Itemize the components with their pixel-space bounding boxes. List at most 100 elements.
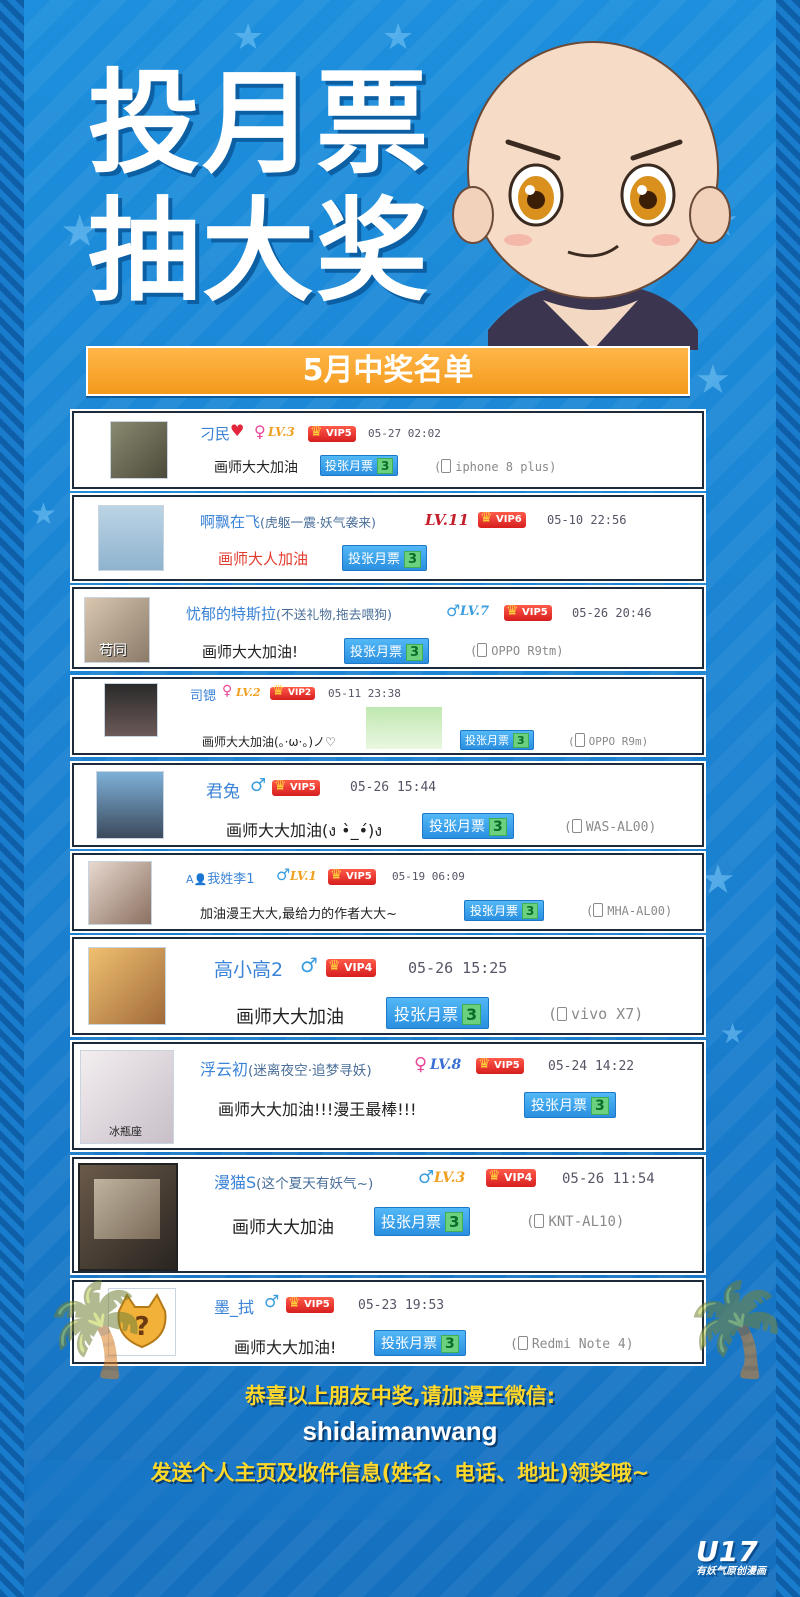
username-text[interactable]: 我姓李1	[207, 872, 254, 887]
device-info: (MHA-AL00)	[586, 903, 673, 918]
winner-card: A👤我姓李1 ♂ LV.1 VIP5 05-19 06:09 加油漫王大大,最给…	[72, 853, 704, 931]
monthly-ticket-badge: 投张月票 3	[320, 455, 399, 476]
footer: 恭喜以上朋友中奖,请加漫王微信: shidaimanwang 发送个人主页及收件…	[0, 1380, 800, 1487]
star-icon: ★	[720, 1017, 746, 1050]
avatar[interactable]	[96, 771, 164, 839]
avatar[interactable]: 冰瓶座	[80, 1050, 174, 1144]
vip-badge: VIP5	[476, 1056, 524, 1074]
ticket-label: 投张月票	[394, 1005, 459, 1024]
message: 画师大大加油!!!漫王最棒!!!	[218, 1100, 417, 1119]
monthly-ticket-badge: 投张月票 3	[342, 545, 428, 571]
sticker-image	[366, 707, 442, 749]
monthly-ticket-badge: 投张月票 3	[386, 997, 490, 1029]
gender-female-icon: ♀	[254, 422, 266, 441]
avatar-caption: 冰瓶座	[109, 1125, 142, 1138]
username[interactable]: 啊飘在飞(虎躯一震·妖气袭来)	[200, 511, 376, 532]
winner-card: 司锶 ♀ LV.2 VIP2 05-11 23:38 画师大大加油(。·ω·。)…	[72, 677, 704, 755]
palm-tree-icon: 🌴	[40, 1277, 153, 1382]
gender-male-icon: ♂	[250, 775, 267, 796]
ticket-label: 投张月票	[350, 645, 403, 660]
username-motto: (不送礼物,拖去喂狗)	[276, 608, 393, 623]
device-info: (OPPO R9m)	[568, 733, 649, 748]
level-badge: LV.11	[425, 511, 469, 529]
username[interactable]: 浮云初(迷离夜空·追梦寻妖)	[200, 1056, 372, 1080]
timestamp: 05-10 22:56	[547, 513, 627, 527]
avatar[interactable]	[88, 947, 166, 1025]
ticket-label: 投张月票	[470, 904, 519, 918]
device-info: (OPPO R9tm)	[470, 643, 564, 658]
username[interactable]: 忧郁的特斯拉(不送礼物,拖去喂狗)	[186, 603, 392, 624]
user-icon: A👤	[186, 873, 208, 886]
wechat-id[interactable]: shidaimanwang	[0, 1416, 800, 1447]
avatar[interactable]: 苟同	[84, 597, 150, 663]
ticket-count: 3	[406, 644, 424, 661]
message: 画师大大加油	[214, 460, 298, 476]
device-name: OPPO R9m	[588, 735, 642, 748]
phone-icon	[441, 459, 452, 473]
page-title-line2: 抽大奖	[88, 187, 430, 317]
monthly-ticket-badge: 投张月票 3	[374, 1330, 466, 1356]
message: 画师大大加油!	[234, 1338, 337, 1357]
avatar[interactable]	[78, 1163, 178, 1271]
vip-badge: VIP4	[486, 1167, 537, 1187]
username-text[interactable]: 忧郁的特斯拉	[186, 605, 276, 623]
message: 画师大大加油!	[202, 643, 299, 661]
username[interactable]: 君兔	[206, 777, 240, 802]
message: 画师大大加油	[236, 1007, 344, 1028]
username-text[interactable]: 漫猫S	[214, 1173, 256, 1192]
heart-icon: ♥	[230, 421, 245, 440]
level-badge: LV.7	[460, 604, 489, 619]
timestamp: 05-26 15:44	[350, 780, 437, 795]
message: 画师大大加油	[232, 1218, 334, 1238]
avatar[interactable]	[110, 421, 168, 479]
avatar[interactable]	[98, 505, 164, 571]
device-name: MHA-AL00	[607, 904, 666, 918]
username-text[interactable]: 浮云初	[200, 1060, 248, 1079]
ticket-count: 3	[462, 1004, 482, 1025]
message: 画师大大加油(。·ω·。)ノ♡	[202, 735, 336, 749]
monthly-ticket-badge: 投张月票 3	[374, 1207, 471, 1236]
banner-title: 5月中奖名单	[302, 353, 474, 388]
ticket-count: 3	[404, 551, 422, 568]
winners-banner: 5月中奖名单	[86, 346, 690, 396]
avatar[interactable]	[88, 861, 152, 925]
phone-icon	[571, 819, 582, 833]
username[interactable]: A👤我姓李1	[186, 868, 255, 887]
username-text[interactable]: 啊飘在飞	[200, 513, 260, 531]
ticket-label: 投张月票	[381, 1336, 437, 1352]
monthly-ticket-badge: 投张月票 3	[460, 730, 534, 750]
winner-card: 刁民 ♥ ♀ LV.3 VIP5 05-27 02:02 画师大大加油 投张月票…	[72, 411, 704, 489]
message: 画师大人加油	[218, 550, 309, 568]
timestamp: 05-27 02:02	[368, 427, 441, 440]
ticket-count: 3	[591, 1097, 609, 1115]
ticket-count: 3	[377, 458, 394, 474]
winner-card: 冰瓶座 浮云初(迷离夜空·追梦寻妖) ♀ LV.8 VIP5 05-24 14:…	[72, 1042, 704, 1150]
page-title-line1: 投月票	[88, 59, 430, 189]
monthly-ticket-badge: 投张月票 3	[344, 638, 430, 664]
star-icon: ★	[382, 17, 415, 58]
gender-male-icon: ♂	[446, 601, 461, 620]
vip-badge: VIP2	[270, 685, 316, 700]
level-badge: LV.2	[236, 686, 261, 699]
device-name: Redmi Note 4	[531, 1337, 626, 1352]
level-badge: LV.3	[268, 425, 295, 439]
username[interactable]: 刁民	[200, 423, 230, 444]
vip-badge: VIP5	[308, 424, 356, 442]
gender-female-icon: ♀	[222, 683, 233, 699]
username[interactable]: 高小高2	[214, 955, 283, 982]
winner-card: 君兔 ♂ VIP5 05-26 15:44 画师大大加油(ง •̀_•́)ง 投…	[72, 763, 704, 847]
username[interactable]: 漫猫S(这个夏天有妖气~)	[214, 1169, 373, 1193]
phone-icon	[517, 1336, 528, 1350]
gender-male-icon: ♂	[300, 953, 318, 977]
avatar[interactable]	[104, 683, 158, 737]
ticket-count: 3	[445, 1212, 464, 1232]
ticket-label: 投张月票	[465, 734, 509, 747]
gender-female-icon: ♀	[414, 1054, 428, 1075]
footer-congrats: 恭喜以上朋友中奖,请加漫王微信:	[244, 1384, 556, 1408]
username[interactable]: 墨_拭	[214, 1294, 254, 1318]
device-info: (iphone 8 plus)	[434, 459, 557, 474]
username[interactable]: 司锶	[190, 685, 216, 704]
ticket-label: 投张月票	[531, 1098, 587, 1114]
winner-card: 高小高2 ♂ VIP4 05-26 15:25 画师大大加油 投张月票3 (vi…	[72, 937, 704, 1035]
timestamp: 05-11 23:38	[328, 687, 401, 700]
